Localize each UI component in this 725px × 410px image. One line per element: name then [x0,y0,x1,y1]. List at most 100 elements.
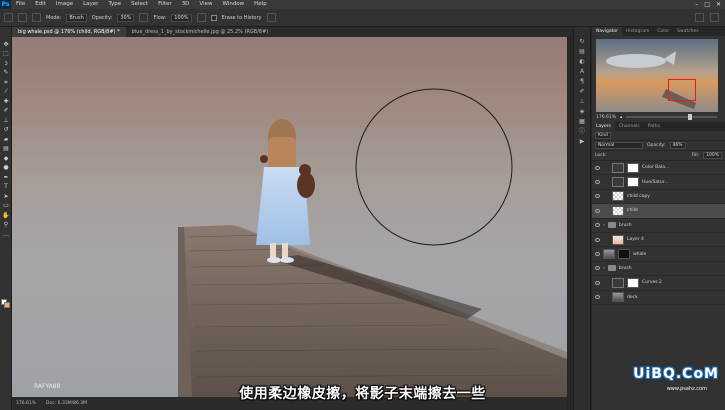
eraser-tool-icon[interactable]: ▰ [2,136,10,144]
styles-icon[interactable]: ◈ [578,108,587,115]
menu-file[interactable]: File [11,0,30,9]
maximize-icon[interactable]: □ [704,0,710,9]
layer-mask-thumb[interactable] [627,277,639,288]
tab-histogram[interactable]: Histogram [622,27,653,36]
tab-swatches[interactable]: Swatches [673,27,703,36]
history-brush-tool-icon[interactable]: ↺ [2,126,10,134]
tab-blue-dress[interactable]: blue_dress_1_by_stockmichelle.jpg @ 25.2… [125,27,275,37]
layer-mask-thumb[interactable] [627,177,639,188]
zoom-slider[interactable] [626,114,717,120]
hand-tool-icon[interactable]: ✋ [2,212,10,220]
type-tool-icon[interactable]: T [2,183,10,191]
workspace-icon[interactable] [710,13,719,22]
pressure-size-icon[interactable] [266,13,276,22]
blur-tool-icon[interactable]: ◆ [2,155,10,163]
history-icon[interactable]: ↻ [578,38,587,45]
pen-tool-icon[interactable]: ✒ [2,174,10,182]
layer-thumb[interactable] [612,234,624,245]
tab-channels[interactable]: Channels [615,122,644,131]
visibility-eye-icon[interactable] [595,295,600,300]
menu-window[interactable]: Window [217,0,249,9]
tab-big-whale[interactable]: big whale.psd @ 176% (child, RGB/8#) * [12,27,126,37]
dodge-tool-icon[interactable]: ● [2,164,10,172]
visibility-eye-icon[interactable] [595,223,600,228]
libraries-icon[interactable]: ▦ [578,118,587,125]
erase-history-checkbox[interactable] [210,14,217,21]
brush-settings-icon[interactable] [32,13,41,22]
path-select-tool-icon[interactable]: ➤ [2,193,10,201]
layer-kind-filter[interactable]: Kind [595,132,611,139]
menu-image[interactable]: Image [51,0,78,9]
clone-source-icon[interactable]: ⊥ [578,98,587,105]
menu-layer[interactable]: Layer [78,0,103,9]
layer-child[interactable]: child [592,204,725,219]
visibility-eye-icon[interactable] [595,180,600,185]
info-icon[interactable]: ⓘ [578,128,587,135]
layer-group-brush-2[interactable]: › brush [592,262,725,277]
flow-field[interactable]: 100% [171,13,192,22]
layer-thumb[interactable] [612,191,624,202]
menu-edit[interactable]: Edit [30,0,51,9]
crop-tool-icon[interactable]: ⌗ [2,79,10,87]
menu-type[interactable]: Type [103,0,126,9]
background-color-swatch[interactable] [4,302,10,308]
navigator-view-box[interactable] [668,79,696,101]
menu-select[interactable]: Select [126,0,153,9]
layer-thumb[interactable] [612,292,624,303]
more-tools-icon[interactable]: … [2,231,10,239]
actions-icon[interactable]: ▶ [578,138,587,145]
visibility-eye-icon[interactable] [595,208,600,213]
pressure-opacity-icon[interactable] [139,13,149,22]
visibility-eye-icon[interactable] [595,252,600,257]
lasso-tool-icon[interactable]: ↄ [2,60,10,68]
fill-field[interactable]: 100% [703,152,722,159]
marquee-tool-icon[interactable]: ⬚ [2,50,10,58]
layer-color-balance[interactable]: Color Bala... [592,161,725,176]
clone-stamp-tool-icon[interactable]: ⊥ [2,117,10,125]
layer-opacity-field[interactable]: 46% [669,142,686,149]
visibility-eye-icon[interactable] [595,280,600,285]
blend-mode-select[interactable]: Normal [595,142,643,149]
eraser-tool-icon[interactable] [4,13,13,22]
expand-chevron-icon[interactable]: › [603,266,605,271]
navigator-preview[interactable] [596,39,718,112]
properties-icon[interactable]: ▤ [578,48,587,55]
visibility-eye-icon[interactable] [595,165,600,170]
menu-view[interactable]: View [194,0,217,9]
zoom-tool-icon[interactable]: ⚲ [2,221,10,229]
airbrush-icon[interactable] [196,13,206,22]
tab-layers[interactable]: Layers [592,122,615,131]
shape-tool-icon[interactable]: ▭ [2,202,10,210]
menu-help[interactable]: Help [249,0,272,9]
layer-deck[interactable]: deck [592,291,725,305]
layer-curves-2[interactable]: Curves 2 [592,276,725,291]
navigator-zoom-value[interactable]: 176.61% [596,115,616,120]
character-icon[interactable]: A [578,68,587,75]
paragraph-icon[interactable]: ¶ [578,78,587,85]
layer-hue-saturation[interactable]: Hue/Satur... [592,175,725,190]
layer-child-copy[interactable]: child copy [592,190,725,205]
layer-whale[interactable]: whale [592,247,725,262]
mode-select[interactable]: Brush [66,13,87,22]
opacity-field[interactable]: 30% [117,13,135,22]
brush-tool-icon[interactable]: ✐ [2,107,10,115]
tab-color[interactable]: Color [653,27,673,36]
brush-panel-icon[interactable]: ✐ [578,88,587,95]
search-icon[interactable] [695,13,704,22]
tab-navigator[interactable]: Navigator [592,27,623,36]
layer-thumb[interactable] [612,205,624,216]
document-canvas[interactable]: RAFYA88 [12,37,567,397]
move-tool-icon[interactable]: ✥ [2,41,10,49]
close-icon[interactable]: ✕ [716,0,721,9]
brush-preset-icon[interactable] [18,13,27,22]
layer-mask-thumb[interactable] [627,162,639,173]
visibility-eye-icon[interactable] [595,266,600,271]
minimize-icon[interactable]: – [695,0,698,9]
layer-thumb[interactable] [603,249,615,260]
quick-select-tool-icon[interactable]: ✎ [2,69,10,77]
visibility-eye-icon[interactable] [595,194,600,199]
layer-mask-thumb[interactable] [618,249,630,260]
zoom-slider-knob[interactable] [687,114,692,120]
healing-tool-icon[interactable]: ✚ [2,98,10,106]
menu-filter[interactable]: Filter [153,0,177,9]
